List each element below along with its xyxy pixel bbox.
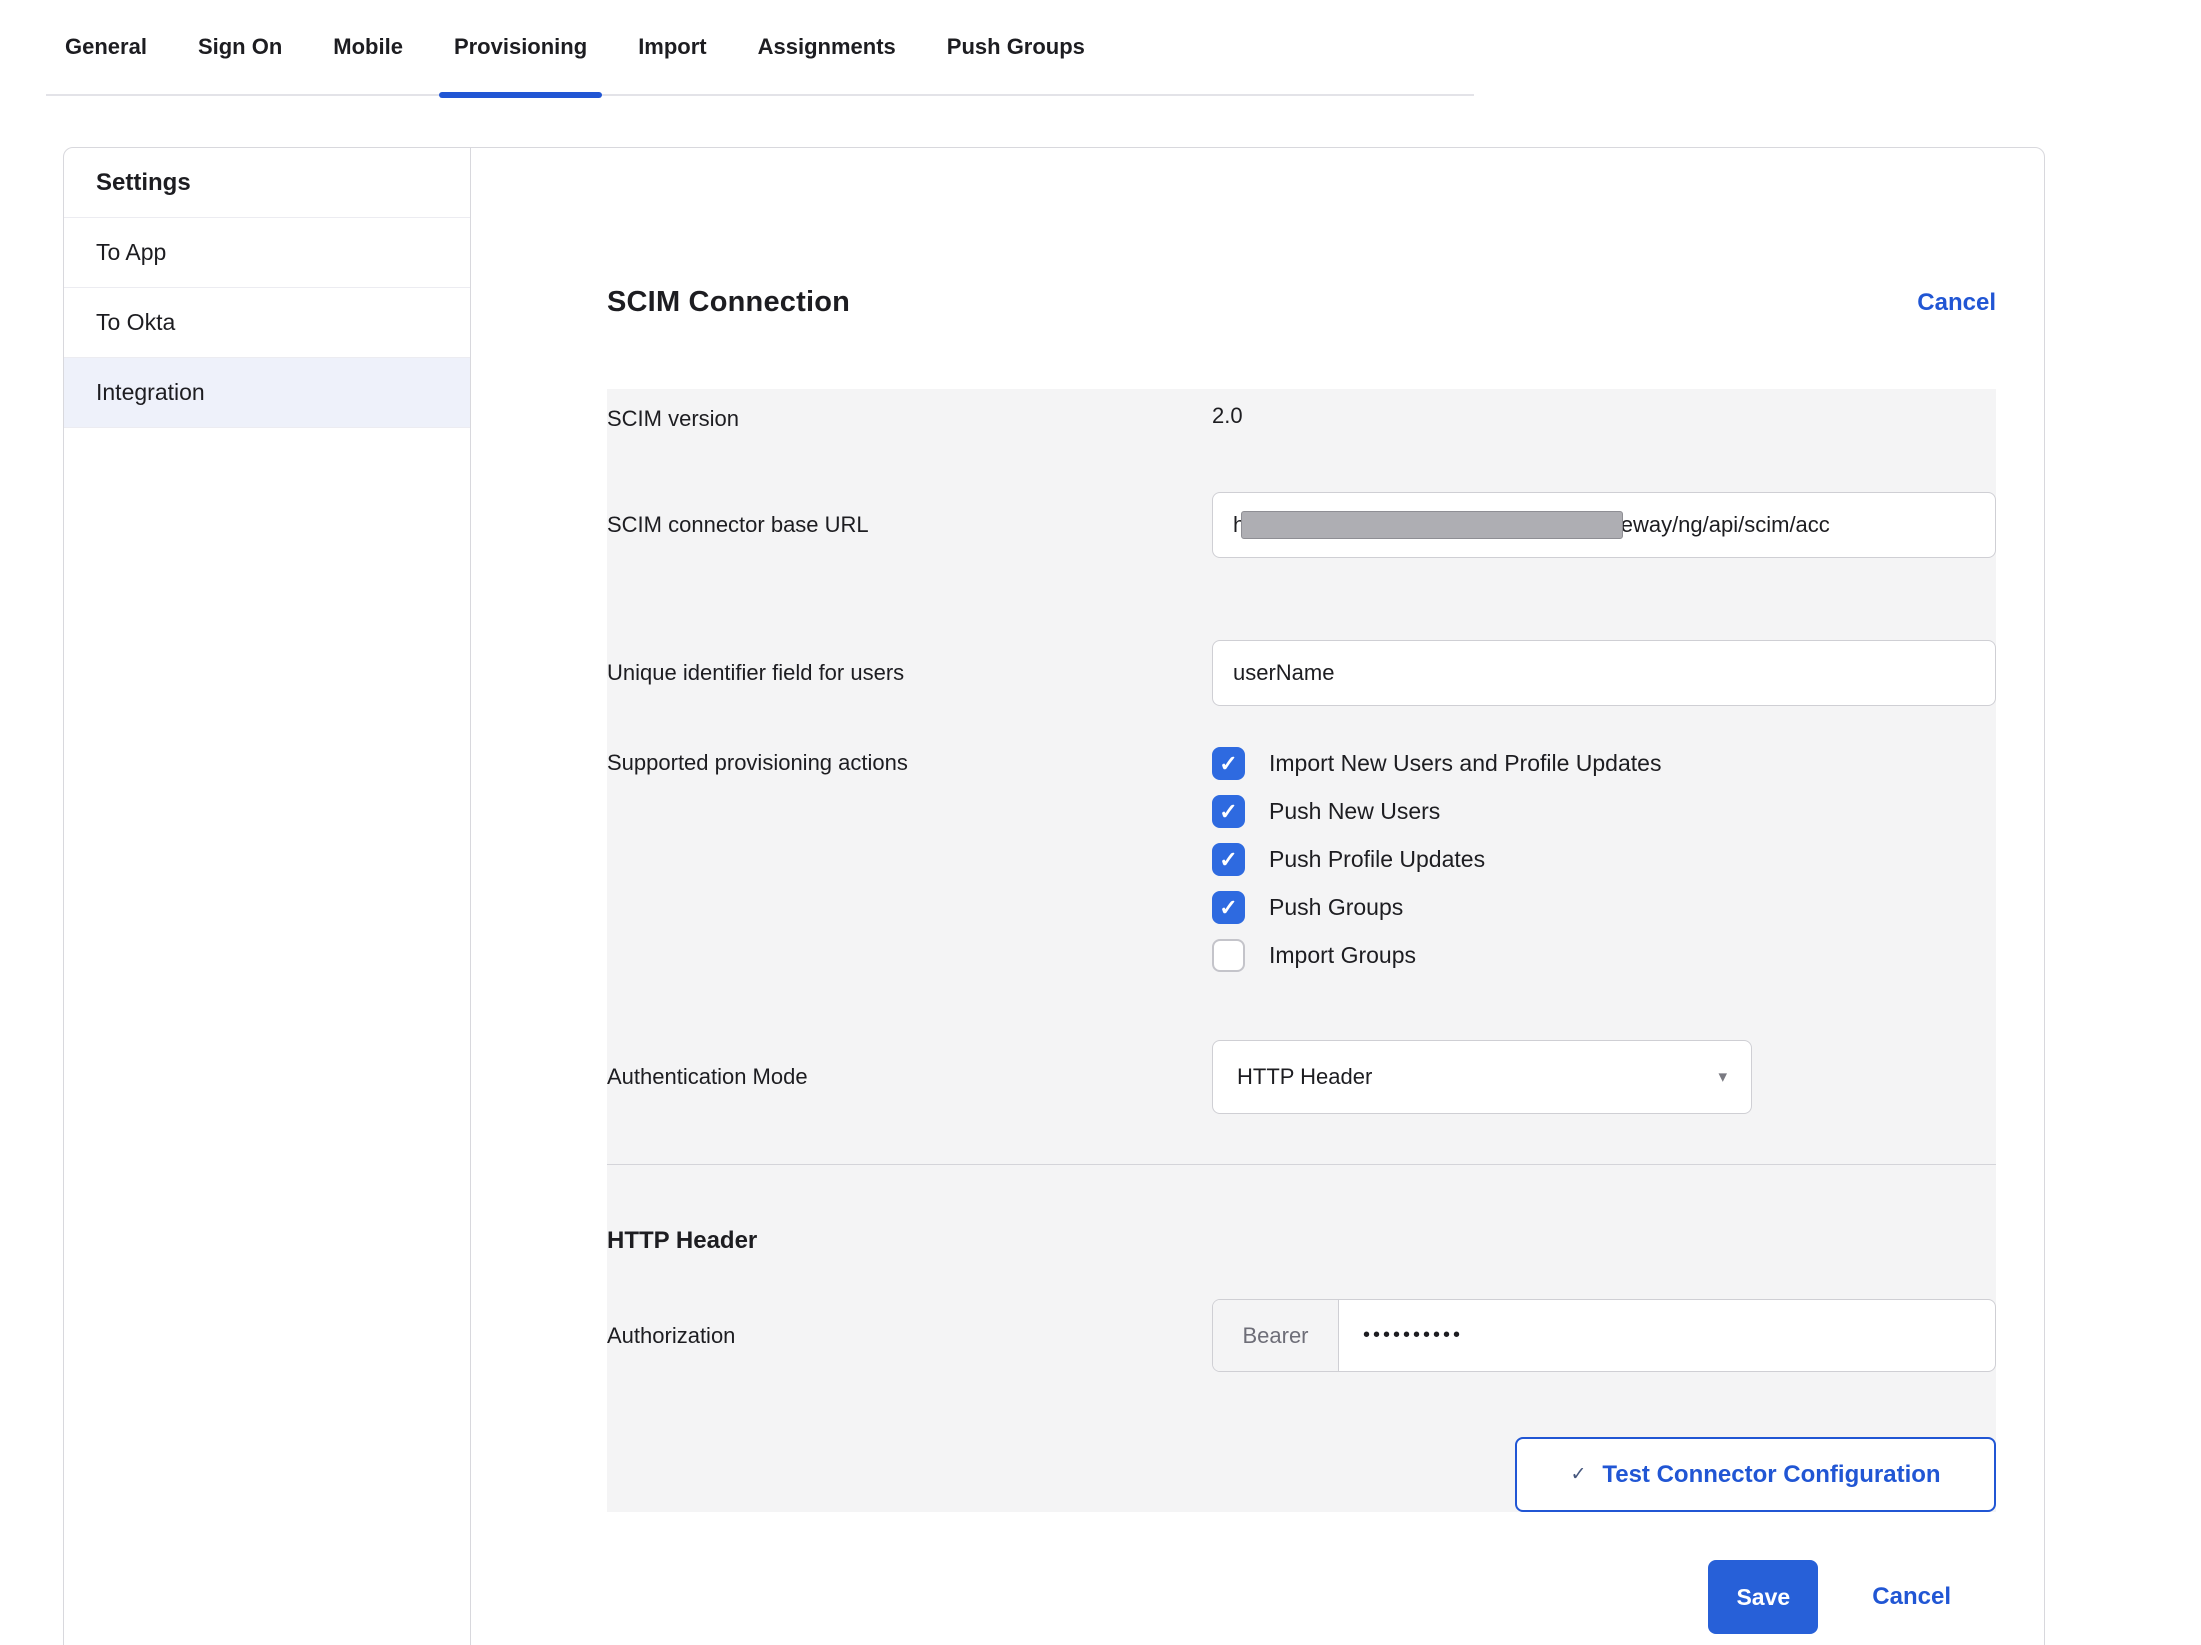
title-row: SCIM Connection Cancel [607,286,1996,319]
scim-version-row: SCIM version 2.0 [607,389,1996,432]
checkbox-label: Push New Users [1269,798,1440,825]
sidebar-item-to-okta[interactable]: To Okta [64,288,470,358]
sidebar-item-to-app[interactable]: To App [64,218,470,288]
sidebar-item-integration[interactable]: Integration [64,358,470,428]
page-title: SCIM Connection [607,286,850,319]
checkbox-import-new-users[interactable]: ✓ Import New Users and Profile Updates [1212,747,1996,780]
unique-id-label: Unique identifier field for users [607,660,1212,686]
bearer-prefix: Bearer [1213,1300,1339,1371]
tab-general[interactable]: General [65,0,147,94]
section-divider [607,1164,1996,1165]
checkbox-box[interactable]: ✓ [1212,891,1245,924]
checkbox-box[interactable]: ✓ [1212,747,1245,780]
test-connector-row: ✓ Test Connector Configuration [607,1437,1996,1512]
scim-version-label: SCIM version [607,403,1212,432]
tab-mobile[interactable]: Mobile [333,0,403,94]
http-header-heading: HTTP Header [607,1227,1996,1255]
tab-assignments[interactable]: Assignments [758,0,896,94]
test-connector-configuration-button[interactable]: ✓ Test Connector Configuration [1515,1437,1996,1512]
sidebar-heading-settings: Settings [64,148,470,218]
base-url-input[interactable]: https://b5bd-195-19-67-148.ngrok.io/gate… [1212,492,1996,558]
base-url-label: SCIM connector base URL [607,512,1212,538]
tab-import[interactable]: Import [638,0,706,94]
authorization-input-group: Bearer •••••••••• [1212,1299,1996,1372]
authorization-token-input[interactable]: •••••••••• [1339,1300,1995,1371]
unique-id-value: userName [1233,660,1334,686]
checkbox-label: Import Groups [1269,942,1416,969]
check-icon: ✓ [1570,1463,1586,1486]
settings-sidebar: Settings To App To Okta Integration [64,148,471,1645]
redaction-overlay [1241,511,1623,539]
base-url-row: SCIM connector base URL https://b5bd-195… [607,492,1996,558]
auth-mode-value: HTTP Header [1237,1064,1372,1090]
checkbox-label: Push Profile Updates [1269,846,1485,873]
checkbox-push-new-users[interactable]: ✓ Push New Users [1212,795,1996,828]
checkbox-box[interactable]: ✓ [1212,843,1245,876]
provisioning-actions-label: Supported provisioning actions [607,747,1212,987]
cancel-link-top[interactable]: Cancel [1917,289,1996,317]
unique-id-row: Unique identifier field for users userNa… [607,640,1996,706]
tab-push-groups[interactable]: Push Groups [947,0,1085,94]
check-icon: ✓ [1219,801,1237,823]
test-connector-label: Test Connector Configuration [1602,1461,1940,1489]
auth-mode-select[interactable]: HTTP Header ▾ [1212,1040,1752,1114]
check-icon: ✓ [1219,897,1237,919]
authorization-label: Authorization [607,1323,1212,1349]
checkbox-import-groups[interactable]: ✓ Import Groups [1212,939,1996,972]
provisioning-actions-row: Supported provisioning actions ✓ Import … [607,747,1996,987]
auth-mode-row: Authentication Mode HTTP Header ▾ [607,1040,1996,1114]
chevron-down-icon: ▾ [1718,1067,1727,1087]
cancel-link-bottom[interactable]: Cancel [1872,1583,1951,1611]
scim-form-panel: SCIM version 2.0 SCIM connector base URL… [607,389,1996,1512]
provisioning-card: Settings To App To Okta Integration SCIM… [63,147,2045,1645]
checkbox-label: Push Groups [1269,894,1403,921]
provisioning-settings-page: General Sign On Mobile Provisioning Impo… [0,0,2201,1645]
checkbox-label: Import New Users and Profile Updates [1269,750,1661,777]
checkbox-push-groups[interactable]: ✓ Push Groups [1212,891,1996,924]
auth-mode-label: Authentication Mode [607,1064,1212,1090]
check-icon: ✓ [1219,849,1237,871]
unique-id-input[interactable]: userName [1212,640,1996,706]
checkbox-push-profile-updates[interactable]: ✓ Push Profile Updates [1212,843,1996,876]
tab-sign-on[interactable]: Sign On [198,0,282,94]
scim-version-value: 2.0 [1212,403,1243,428]
checkbox-box[interactable]: ✓ [1212,939,1245,972]
authorization-row: Authorization Bearer •••••••••• [607,1299,1996,1372]
save-button[interactable]: Save [1708,1560,1818,1634]
app-tab-bar: General Sign On Mobile Provisioning Impo… [46,0,1474,96]
form-footer: Save Cancel [607,1560,1996,1634]
tab-provisioning[interactable]: Provisioning [454,0,587,94]
check-icon: ✓ [1219,753,1237,775]
scim-connection-content: SCIM Connection Cancel SCIM version 2.0 … [472,148,2044,1634]
checkbox-box[interactable]: ✓ [1212,795,1245,828]
